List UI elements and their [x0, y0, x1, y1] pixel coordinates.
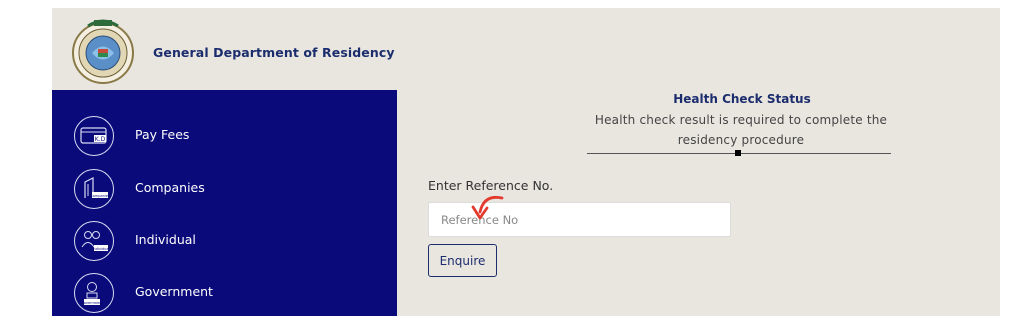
sidebar-item-label: Pay Fees	[135, 127, 190, 142]
sidebar: K.D Pay Fees Companies Companies Individ…	[52, 90, 397, 316]
svg-text:Companies: Companies	[90, 194, 110, 198]
sidebar-item-pay-fees[interactable]: K.D Pay Fees	[52, 110, 397, 160]
page-frame: General Department of Residency K.D Pay …	[52, 8, 1000, 316]
sidebar-item-individual[interactable]: Individual Individual	[52, 215, 397, 265]
card-kd-icon: K.D	[74, 116, 114, 156]
people-icon: Individual	[74, 221, 114, 261]
header: General Department of Residency	[52, 8, 1000, 90]
svg-text:Individual: Individual	[92, 247, 109, 251]
reference-label: Enter Reference No.	[428, 178, 554, 193]
sidebar-item-label: Individual	[135, 232, 196, 247]
emblem-logo	[70, 16, 136, 86]
org-title: General Department of Residency	[153, 45, 395, 60]
svg-text:Government: Government	[81, 301, 103, 305]
sidebar-item-government[interactable]: Government Government	[52, 267, 397, 317]
pointer-arrow-icon	[468, 192, 508, 226]
sidebar-item-label: Government	[135, 284, 213, 299]
sidebar-item-label: Companies	[135, 180, 205, 195]
sidebar-item-companies[interactable]: Companies Companies	[52, 163, 397, 213]
status-description: Health check result is required to compl…	[594, 113, 888, 147]
status-title: Health Check Status	[673, 92, 811, 106]
building-icon: Companies	[74, 169, 114, 209]
enquire-button[interactable]: Enquire	[428, 244, 497, 277]
government-icon: Government	[74, 273, 114, 313]
svg-text:K.D: K.D	[95, 136, 106, 143]
divider-marker	[735, 150, 741, 156]
